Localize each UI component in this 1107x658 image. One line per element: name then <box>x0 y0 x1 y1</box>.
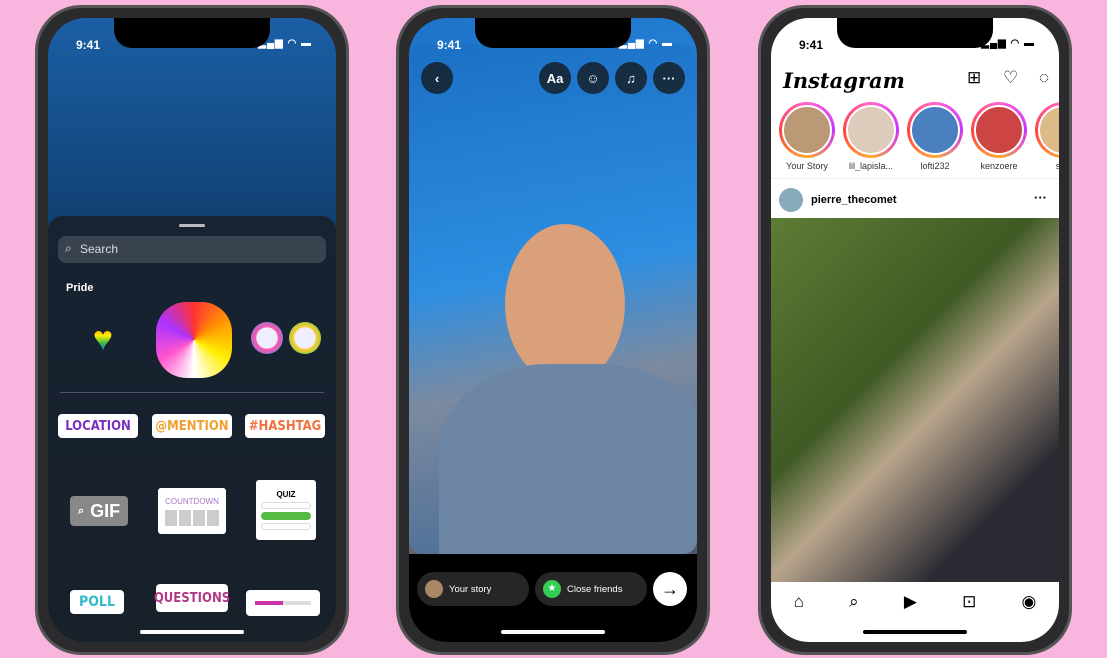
emoji-slider-sticker[interactable] <box>246 590 320 616</box>
reels-icon[interactable]: ▶ <box>904 592 917 612</box>
search-placeholder: Search <box>80 242 119 256</box>
shop-icon[interactable]: ⊡ <box>962 592 976 612</box>
close-friends-button[interactable]: ★ Close friends <box>535 572 647 606</box>
phone-feed: 9:41 ▂▄▆ ◠ ▬ Instagram ⊞ ♡ ◌ Your Story l… <box>758 5 1072 655</box>
more-icon[interactable]: ··· <box>653 62 685 94</box>
notch <box>114 18 270 48</box>
denim-jacket <box>439 364 697 554</box>
search-icon: ⌕ <box>77 504 85 517</box>
quiz-sticker[interactable]: QUIZ <box>256 480 316 540</box>
post-photo <box>771 218 1059 582</box>
rainbow-glasses-sticker[interactable] <box>248 320 324 356</box>
sticker-tray: ⌕ Search Pride ♥ LOCATION @MENTION #HASHT… <box>48 216 336 642</box>
profile-icon[interactable]: ◉ <box>1022 592 1037 612</box>
drag-handle[interactable] <box>179 224 205 227</box>
status-time: 9:41 <box>799 38 824 52</box>
mention-sticker[interactable]: @MENTION <box>152 414 232 438</box>
quiz-label: QUIZ <box>276 490 296 499</box>
your-story-label: Your story <box>449 583 492 595</box>
notch <box>837 18 993 48</box>
story-item[interactable]: lofti232 <box>907 102 963 171</box>
bottom-nav: ⌂ ⌕ ▶ ⊡ ◉ <box>771 592 1059 612</box>
your-story-button[interactable]: Your story <box>417 572 529 606</box>
heart-icon[interactable]: ♡ <box>1003 68 1018 88</box>
status-time: 9:41 <box>437 38 462 52</box>
hashtag-sticker[interactable]: #HASHTAG <box>245 414 325 438</box>
avatar <box>425 580 443 598</box>
home-indicator <box>863 630 967 634</box>
search-icon[interactable]: ⌕ <box>849 592 859 612</box>
gif-sticker[interactable]: ⌕ GIF <box>70 496 128 526</box>
home-icon[interactable]: ⌂ <box>794 592 804 612</box>
post-avatar[interactable] <box>779 188 803 212</box>
questions-sticker[interactable]: QUESTIONS <box>154 584 230 612</box>
status-time: 9:41 <box>76 38 101 52</box>
rainbow-heart-sticker[interactable]: ♥ <box>64 314 142 364</box>
new-post-icon[interactable]: ⊞ <box>967 68 981 88</box>
story-item[interactable]: sap <box>1035 102 1059 171</box>
post-username[interactable]: pierre_thecomet <box>811 194 897 206</box>
home-indicator <box>140 630 244 634</box>
music-icon[interactable]: ♫ <box>615 62 647 94</box>
section-title: Pride <box>66 282 94 294</box>
post-more-icon[interactable]: ··· <box>1034 190 1047 205</box>
screen: 9:41 ▂▄▆ ◠ ▬ Instagram ⊞ ♡ ◌ Your Story l… <box>771 18 1059 642</box>
sticker-search-input[interactable]: ⌕ Search <box>58 236 326 263</box>
home-indicator <box>501 630 605 634</box>
person-face <box>505 224 625 384</box>
poll-sticker[interactable]: POLL <box>70 590 124 614</box>
instagram-logo: Instagram <box>783 68 905 93</box>
divider <box>771 178 1059 179</box>
phone-sticker-tray: 9:41 ▂▄▆ ◠ ▬ ⌕ Search Pride ♥ LOCATION @ME… <box>35 5 349 655</box>
location-sticker[interactable]: LOCATION <box>58 414 138 438</box>
countdown-label: COUNTDOWN <box>165 496 219 506</box>
close-friends-label: Close friends <box>567 583 623 595</box>
screen: 9:41 ▂▄▆ ◠ ▬ ⌕ Search Pride ♥ LOCATION @ME… <box>48 18 336 642</box>
share-bar: Your story ★ Close friends → <box>409 554 697 642</box>
story-photo <box>409 44 697 554</box>
search-icon: ⌕ <box>65 241 72 255</box>
story-item[interactable]: lil_lapisla... <box>843 102 899 171</box>
back-button[interactable]: ‹ <box>421 62 453 94</box>
send-arrow-button[interactable]: → <box>653 572 687 606</box>
story-item[interactable]: Your Story <box>779 102 835 171</box>
text-tool-button[interactable]: Aa <box>539 62 571 94</box>
star-icon: ★ <box>543 580 561 598</box>
phone-story-editor: 9:41 ▂▄▆ ◠ ▬ ‹ Aa ☺ ♫ ··· Your story ★ Clo… <box>396 5 710 655</box>
messenger-icon[interactable]: ◌ <box>1039 68 1049 88</box>
notch <box>475 18 631 48</box>
sticker-icon[interactable]: ☺ <box>577 62 609 94</box>
divider <box>60 392 324 393</box>
gif-label: GIF <box>90 500 121 521</box>
pride-people-sticker[interactable] <box>156 302 232 378</box>
screen: 9:41 ▂▄▆ ◠ ▬ ‹ Aa ☺ ♫ ··· Your story ★ Clo… <box>409 18 697 642</box>
countdown-sticker[interactable]: COUNTDOWN <box>158 488 226 534</box>
story-item[interactable]: kenzoere <box>971 102 1027 171</box>
